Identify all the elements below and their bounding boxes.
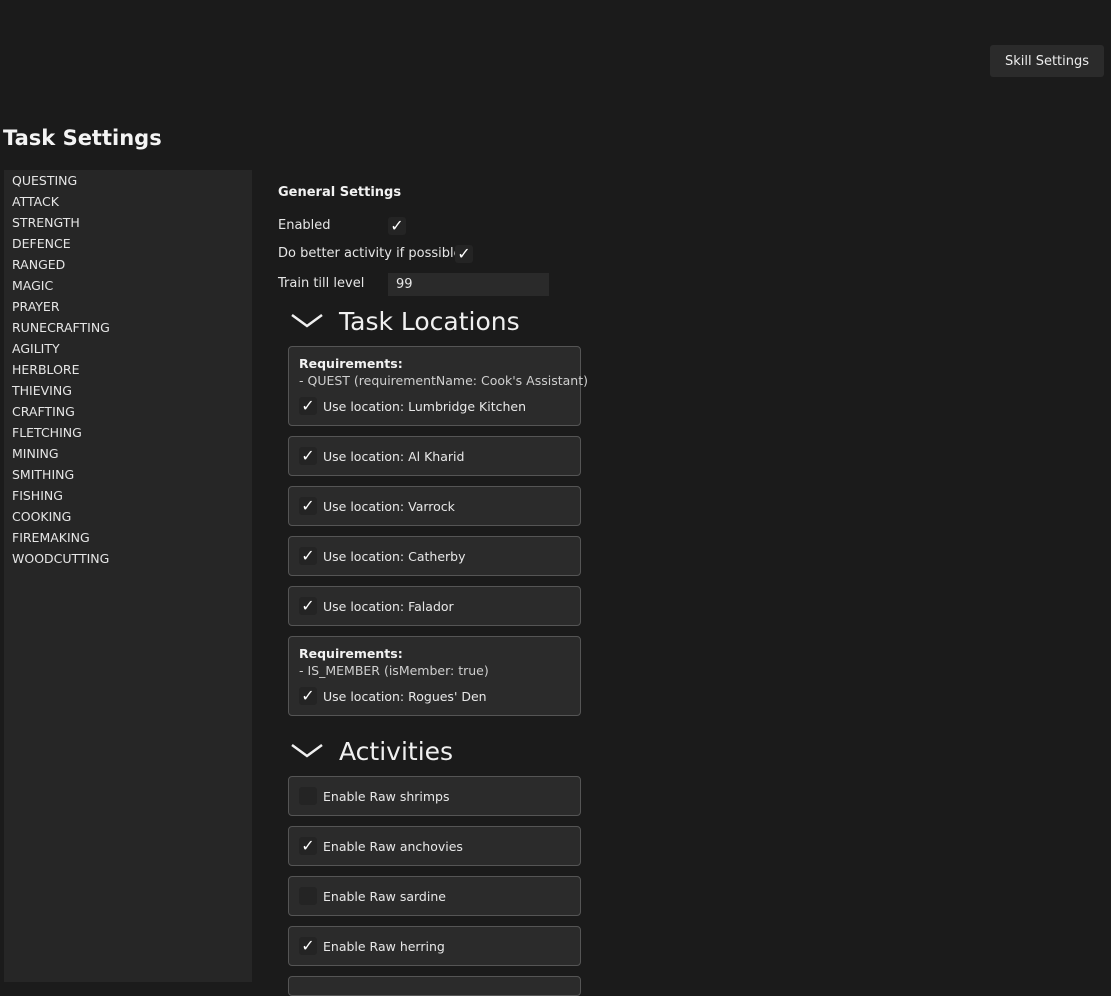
location-label: Use location: Lumbridge Kitchen — [323, 398, 527, 414]
location-card: ✓ Use location: Al Kharid — [288, 436, 581, 476]
requirement-line: - QUEST (requirementName: Cook's Assista… — [299, 373, 588, 388]
activity-option[interactable]: Enable Raw shrimps — [299, 787, 450, 805]
location-label: Use location: Varrock — [323, 498, 455, 514]
location-label: Use location: Catherby — [323, 548, 466, 564]
sidebar-item-mining[interactable]: MINING — [4, 443, 252, 464]
train-till-label: Train till level — [278, 276, 365, 291]
location-checkbox[interactable]: ✓ — [299, 687, 317, 705]
better-activity-label: Do better activity if possible — [278, 246, 462, 261]
sidebar-item-runecrafting[interactable]: RUNECRAFTING — [4, 317, 252, 338]
sidebar-item-prayer[interactable]: PRAYER — [4, 296, 252, 317]
sidebar-item-defence[interactable]: DEFENCE — [4, 233, 252, 254]
task-locations-header[interactable]: Task Locations — [290, 306, 520, 336]
general-settings-title: General Settings — [278, 185, 402, 200]
location-label: Use location: Falador — [323, 598, 454, 614]
requirement-line: - IS_MEMBER (isMember: true) — [299, 663, 489, 678]
location-checkbox[interactable]: ✓ — [299, 447, 317, 465]
activity-card — [288, 976, 581, 996]
location-option[interactable]: ✓ Use location: Al Kharid — [299, 447, 464, 465]
activity-label: Enable Raw herring — [323, 938, 445, 954]
location-option[interactable]: ✓ Use location: Lumbridge Kitchen — [299, 397, 526, 415]
activity-checkbox[interactable]: ✓ — [299, 837, 317, 855]
activity-option[interactable]: ✓ Enable Raw herring — [299, 937, 445, 955]
location-option[interactable]: ✓ Use location: Falador — [299, 597, 454, 615]
sidebar-item-woodcutting[interactable]: WOODCUTTING — [4, 548, 252, 569]
chevron-down-icon — [290, 736, 326, 766]
better-activity-checkbox[interactable]: ✓ — [455, 245, 473, 263]
sidebar-item-cooking[interactable]: COOKING — [4, 506, 252, 527]
location-card: Requirements: - IS_MEMBER (isMember: true… — [288, 636, 581, 716]
sidebar-item-crafting[interactable]: CRAFTING — [4, 401, 252, 422]
location-card: ✓ Use location: Varrock — [288, 486, 581, 526]
location-checkbox[interactable]: ✓ — [299, 497, 317, 515]
check-icon: ✓ — [301, 936, 315, 955]
sidebar-item-agility[interactable]: AGILITY — [4, 338, 252, 359]
check-icon: ✓ — [390, 216, 404, 235]
sidebar-item-fishing[interactable]: FISHING — [4, 485, 252, 506]
skill-settings-button[interactable]: Skill Settings — [990, 45, 1104, 77]
activity-checkbox[interactable] — [299, 887, 317, 905]
train-till-level-input[interactable] — [388, 273, 549, 296]
activity-card: ✓ Enable Raw anchovies — [288, 826, 581, 866]
sidebar-item-smithing[interactable]: SMITHING — [4, 464, 252, 485]
requirements-title: Requirements: — [299, 356, 403, 371]
chevron-down-icon — [290, 306, 326, 336]
sidebar-item-firemaking[interactable]: FIREMAKING — [4, 527, 252, 548]
activity-checkbox[interactable] — [299, 787, 317, 805]
activities-title: Activities — [339, 736, 454, 766]
task-locations-title: Task Locations — [339, 306, 520, 336]
activity-option[interactable]: Enable Raw sardine — [299, 887, 446, 905]
requirements-title: Requirements: — [299, 646, 403, 661]
location-card: ✓ Use location: Catherby — [288, 536, 581, 576]
location-checkbox[interactable]: ✓ — [299, 397, 317, 415]
skill-sidebar: QUESTING ATTACK STRENGTH DEFENCE RANGED MAGIC… — [4, 170, 252, 982]
page-title: Task Settings — [3, 126, 162, 150]
sidebar-item-strength[interactable]: STRENGTH — [4, 212, 252, 233]
check-icon: ✓ — [301, 686, 315, 705]
check-icon: ✓ — [301, 546, 315, 565]
activity-card: Enable Raw shrimps — [288, 776, 581, 816]
location-checkbox[interactable]: ✓ — [299, 547, 317, 565]
sidebar-item-herblore[interactable]: HERBLORE — [4, 359, 252, 380]
sidebar-item-thieving[interactable]: THIEVING — [4, 380, 252, 401]
activity-card: Enable Raw sardine — [288, 876, 581, 916]
activity-label: Enable Raw anchovies — [323, 838, 463, 854]
activity-option[interactable]: ✓ Enable Raw anchovies — [299, 837, 463, 855]
location-card: Requirements: - QUEST (requirementName: C… — [288, 346, 588, 426]
check-icon: ✓ — [457, 244, 471, 263]
enabled-checkbox[interactable]: ✓ — [388, 217, 406, 235]
sidebar-item-magic[interactable]: MAGIC — [4, 275, 252, 296]
sidebar-item-attack[interactable]: ATTACK — [4, 191, 252, 212]
location-option[interactable]: ✓ Use location: Varrock — [299, 497, 455, 515]
location-checkbox[interactable]: ✓ — [299, 597, 317, 615]
location-card: ✓ Use location: Falador — [288, 586, 581, 626]
check-icon: ✓ — [301, 496, 315, 515]
sidebar-item-fletching[interactable]: FLETCHING — [4, 422, 252, 443]
activity-checkbox[interactable]: ✓ — [299, 937, 317, 955]
activity-card: ✓ Enable Raw herring — [288, 926, 581, 966]
sidebar-item-questing[interactable]: QUESTING — [4, 170, 252, 191]
check-icon: ✓ — [301, 836, 315, 855]
location-option[interactable]: ✓ Use location: Catherby — [299, 547, 465, 565]
sidebar-item-ranged[interactable]: RANGED — [4, 254, 252, 275]
location-label: Use location: Al Kharid — [323, 448, 465, 464]
activity-label: Enable Raw shrimps — [323, 788, 450, 804]
check-icon: ✓ — [301, 446, 315, 465]
activities-header[interactable]: Activities — [290, 736, 453, 766]
enabled-label: Enabled — [278, 218, 331, 233]
location-option[interactable]: ✓ Use location: Rogues' Den — [299, 687, 487, 705]
check-icon: ✓ — [301, 396, 315, 415]
activity-label: Enable Raw sardine — [323, 888, 446, 904]
check-icon: ✓ — [301, 596, 315, 615]
location-label: Use location: Rogues' Den — [323, 688, 487, 704]
